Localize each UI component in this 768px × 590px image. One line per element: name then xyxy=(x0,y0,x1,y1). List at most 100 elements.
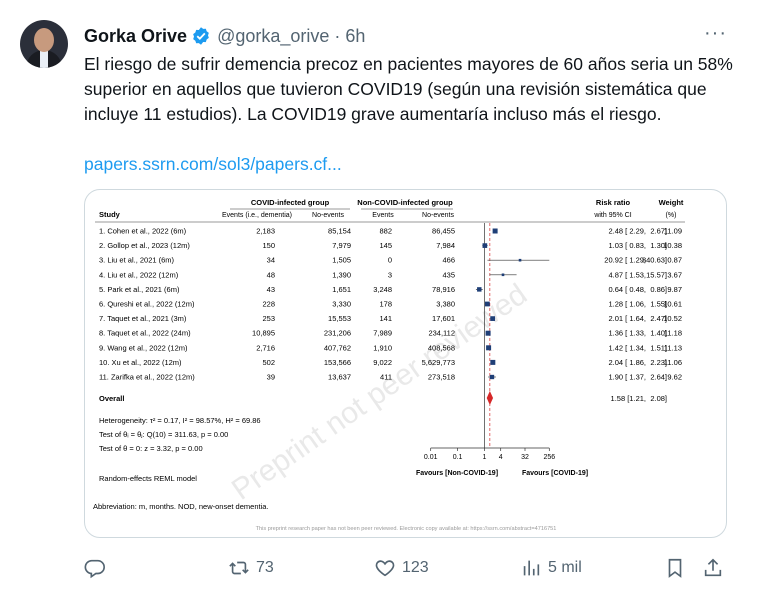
abbreviation-text: Abbreviation: m, months. NOD, new-onset … xyxy=(93,502,269,511)
study-marker xyxy=(484,301,490,307)
risk-ratio-value: 0.64 [ 0.48, xyxy=(608,285,646,294)
covid-events: 253 xyxy=(262,314,275,323)
tweet: Gorka Orive @gorka_orive · 6h ··· El rie… xyxy=(0,0,768,590)
study-marker xyxy=(490,359,496,365)
risk-ratio-value: 1.03 [ 0.83, xyxy=(608,241,646,250)
weight-unit-header: (%) xyxy=(666,212,677,219)
study-marker xyxy=(518,258,522,262)
ci-upper-value: 0.86] xyxy=(650,285,667,294)
covid-noevents: 153,566 xyxy=(324,358,351,367)
study-rows: 1. Cohen et al., 2022 (6m) 2,183 85,154 882… xyxy=(99,227,682,382)
like-count: 123 xyxy=(402,559,429,576)
noncovid-events: 3 xyxy=(388,270,392,279)
views-button[interactable]: 5 mil xyxy=(520,553,582,583)
axis-tick-label: 256 xyxy=(543,454,555,461)
ci-upper-value: 15.57] xyxy=(646,270,667,279)
noncovid-events: 9,022 xyxy=(373,358,392,367)
risk-ratio-value: 4.87 [ 1.53, xyxy=(608,270,646,279)
weight-header: Weight xyxy=(659,198,684,207)
study-name: 11. Zarifka et al., 2022 (12m) xyxy=(99,373,195,382)
weight-value: 10.52 xyxy=(663,314,682,323)
model-text: Random-effects REML model xyxy=(99,474,197,483)
axis-tick-label: 0.01 xyxy=(424,454,438,461)
test-theta-i-text: Test of θᵢ = θⱼ: Q(10) = 311.63, p = 0.0… xyxy=(99,430,228,439)
bookmark-button[interactable] xyxy=(664,553,686,583)
retweet-count: 73 xyxy=(256,559,274,576)
noncovid-noevents: 466 xyxy=(442,256,455,265)
x-axis: 0.01 0.1 1 4 32 256 xyxy=(424,447,555,461)
author-handle[interactable]: @gorka_orive xyxy=(217,26,329,47)
tweet-link[interactable]: papers.ssrn.com/sol3/papers.cf... xyxy=(84,152,342,177)
noncovid-noevents: 86,455 xyxy=(432,227,455,236)
study-marker xyxy=(490,316,496,321)
avatar[interactable] xyxy=(20,20,68,68)
reply-icon xyxy=(84,559,105,579)
author-name[interactable]: Gorka Orive xyxy=(84,26,187,47)
axis-tick-label: 0.1 xyxy=(453,454,463,461)
noncovid-noevents: 3,380 xyxy=(436,300,455,309)
weight-value: 11.13 xyxy=(664,343,682,352)
study-name: 6. Qureshi et al., 2022 (12m) xyxy=(99,300,195,309)
overall-rr: 1.58 [1.21, xyxy=(611,394,646,403)
covid-noevents: 407,762 xyxy=(324,343,351,352)
study-name: 2. Gollop et al., 2023 (12m) xyxy=(99,241,190,250)
share-icon xyxy=(704,558,722,577)
covid-noevents: 85,154 xyxy=(328,227,351,236)
noncovid-events: 1,910 xyxy=(373,343,392,352)
noncovid-noevents: 408,568 xyxy=(428,343,455,352)
noncovid-noevents: 17,601 xyxy=(432,314,455,323)
noevents2-header: No-events xyxy=(422,212,454,219)
covid-events: 150 xyxy=(262,241,275,250)
tweet-media-image[interactable]: Preprint not peer reviewed COVID-infecte… xyxy=(84,189,727,538)
noncovid-noevents: 435 xyxy=(442,270,455,279)
covid-events: 34 xyxy=(267,256,275,265)
study-name: 5. Park et al., 2021 (6m) xyxy=(99,285,180,294)
ci-upper-value: 2.64] xyxy=(650,373,667,382)
noncovid-events: 0 xyxy=(388,256,392,265)
more-options-icon[interactable]: ··· xyxy=(704,23,726,47)
axis-tick-label: 4 xyxy=(499,454,503,461)
noncovid-noevents: 7,984 xyxy=(436,241,455,250)
weight-value: 11.06 xyxy=(664,358,682,367)
events-header: Events xyxy=(372,212,394,219)
separator-dot: · xyxy=(334,25,341,46)
share-button[interactable] xyxy=(702,553,724,583)
study-name: 9. Wang et al., 2022 (12m) xyxy=(99,343,188,352)
study-name: 8. Taquet et al., 2022 (24m) xyxy=(99,329,191,338)
covid-noevents: 13,637 xyxy=(328,373,351,382)
tweet-header: Gorka Orive @gorka_orive · 6h xyxy=(84,23,365,49)
bookmark-icon xyxy=(668,558,682,578)
weight-value: 10.38 xyxy=(663,241,682,250)
noncovid-noevents: 234,112 xyxy=(428,329,455,338)
risk-ratio-value: 20.92 [ 1.29, xyxy=(604,256,646,265)
ci-header: with 95% CI xyxy=(593,212,631,219)
risk-ratio-value: 1.42 [ 1.34, xyxy=(608,343,646,352)
plot-marks xyxy=(475,223,550,448)
events-dementia-header: Events (i.e., dementia) xyxy=(222,212,292,219)
study-name: 7. Taquet et al., 2021 (3m) xyxy=(99,314,187,323)
views-count: 5 mil xyxy=(548,559,582,576)
weight-value: 3.67 xyxy=(667,270,682,279)
noncovid-events: 3,248 xyxy=(373,285,392,294)
favours-left-label: Favours [Non-COVID-19] xyxy=(416,470,498,477)
noncovid-events: 141 xyxy=(379,314,392,323)
action-bar: 73 123 5 mil xyxy=(80,553,740,583)
covid-events: 502 xyxy=(262,358,275,367)
favours-right-label: Favours [COVID-19] xyxy=(522,470,588,477)
views-chart-icon xyxy=(523,560,540,576)
noncovid-noevents: 5,629,773 xyxy=(422,358,455,367)
study-marker xyxy=(501,273,505,277)
weight-value: 0.87 xyxy=(667,256,682,265)
covid-events: 43 xyxy=(267,285,275,294)
like-button[interactable]: 123 xyxy=(374,553,429,583)
weight-value: 11.09 xyxy=(664,227,682,236)
study-marker xyxy=(489,374,495,380)
group-noncovid-header: Non-COVID-infected group xyxy=(357,198,453,207)
covid-events: 48 xyxy=(267,270,275,279)
retweet-button[interactable]: 73 xyxy=(228,553,274,583)
retweet-icon xyxy=(229,561,249,575)
covid-noevents: 231,206 xyxy=(324,329,351,338)
reply-button[interactable] xyxy=(84,553,112,583)
tweet-time[interactable]: 6h xyxy=(345,26,365,47)
weight-value: 9.87 xyxy=(667,285,682,294)
